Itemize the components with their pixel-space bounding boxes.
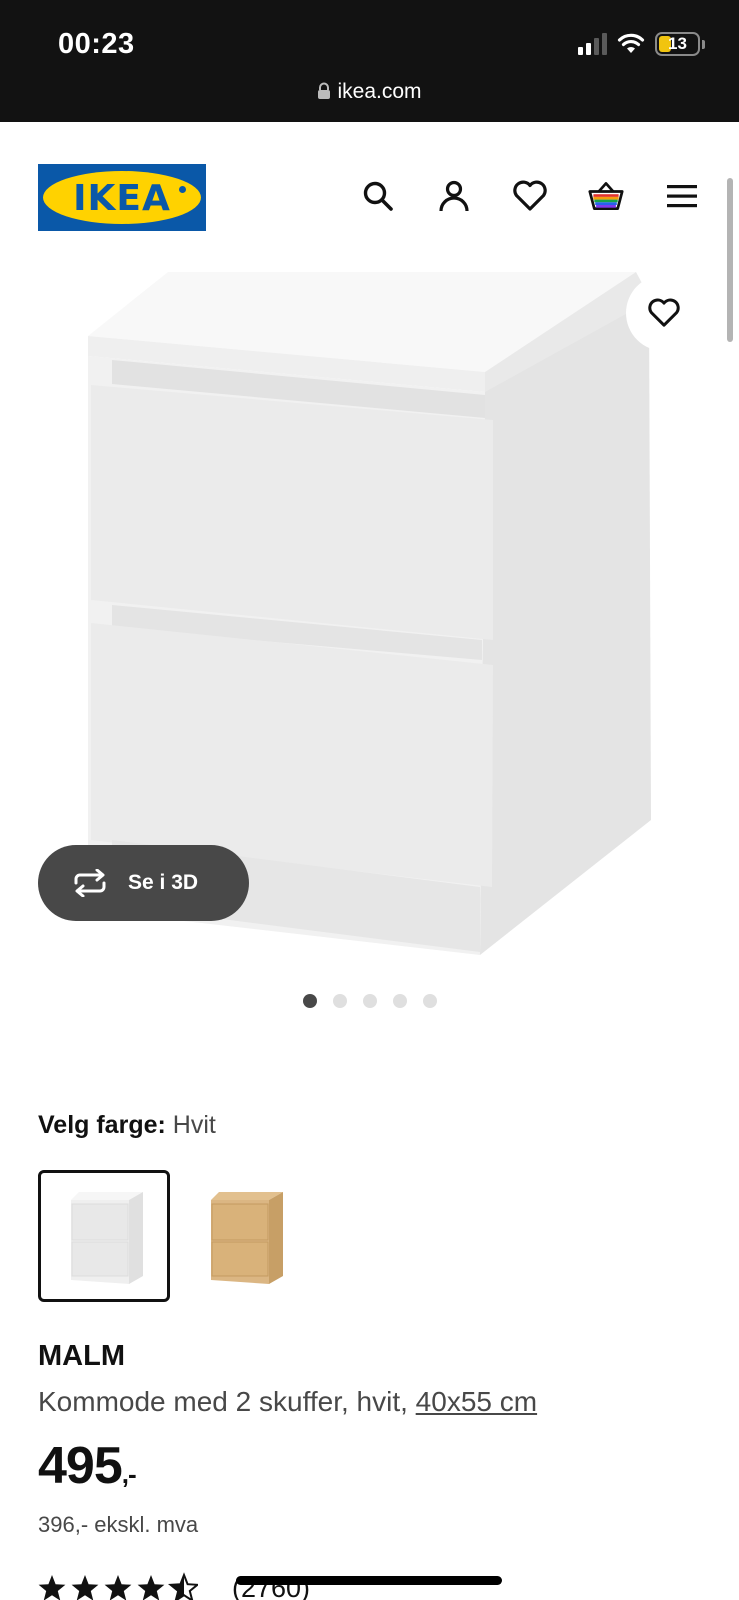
url-text: ikea.com [337, 80, 422, 103]
menu-icon[interactable] [664, 178, 700, 214]
battery-tip [702, 39, 705, 49]
ikea-logo[interactable]: IKEA [38, 164, 206, 231]
carousel-dot[interactable] [392, 994, 407, 1008]
carousel-dot[interactable] [302, 994, 317, 1008]
white-dresser-thumbnail [71, 1192, 143, 1284]
header-nav [360, 178, 700, 214]
lock-icon [318, 82, 331, 99]
user-icon[interactable] [436, 178, 472, 214]
carousel-dot[interactable] [332, 994, 347, 1008]
color-picker-label: Velg farge: Hvit [38, 1111, 216, 1140]
view-in-3d-label: Se i 3D [128, 871, 199, 894]
product-description-text: Kommode med 2 skuffer, hvit, [38, 1386, 416, 1417]
wifi-icon [617, 33, 645, 53]
oak-dresser-thumbnail [211, 1192, 283, 1284]
oak-swatch[interactable] [178, 1170, 310, 1302]
battery-icon: 13 [655, 32, 700, 56]
carousel-dot[interactable] [422, 994, 437, 1008]
status-icons: 13 [578, 32, 705, 56]
cellular-signal-icon [578, 33, 607, 55]
view-in-3d-button[interactable]: Se i 3D [38, 845, 249, 921]
color-label-title: Velg farge: [38, 1111, 166, 1139]
price-ex-vat: 396,- ekskl. mva [38, 1512, 199, 1537]
white-swatch[interactable] [38, 1170, 170, 1302]
product-description: Kommode med 2 skuffer, hvit, 40x55 cm [38, 1386, 537, 1418]
star-rating-icons [38, 1574, 198, 1600]
price-value: 495 [38, 1437, 123, 1495]
price-suffix: ,- [121, 1459, 137, 1489]
product-price: 495,- [38, 1436, 137, 1496]
heart-icon[interactable] [512, 178, 548, 214]
battery-level: 13 [668, 34, 687, 53]
product-name: MALM [38, 1340, 125, 1372]
search-icon[interactable] [360, 178, 396, 214]
heart-icon [648, 298, 680, 327]
home-indicator[interactable] [236, 1576, 502, 1585]
selected-color: Hvit [172, 1111, 216, 1139]
rotate-3d-icon [74, 869, 106, 897]
carousel-dot[interactable] [362, 994, 377, 1008]
url-bar[interactable]: ikea.com [0, 80, 739, 104]
add-to-favorites-button[interactable] [626, 275, 702, 351]
logo-text: IKEA [73, 178, 171, 219]
browser-chrome: 00:23 13 ikea.com [0, 0, 739, 122]
image-carousel-dots [0, 994, 739, 1008]
shopping-bag-icon[interactable] [588, 178, 624, 214]
product-size-link[interactable]: 40x55 cm [416, 1386, 537, 1417]
status-time: 00:23 [58, 28, 135, 60]
